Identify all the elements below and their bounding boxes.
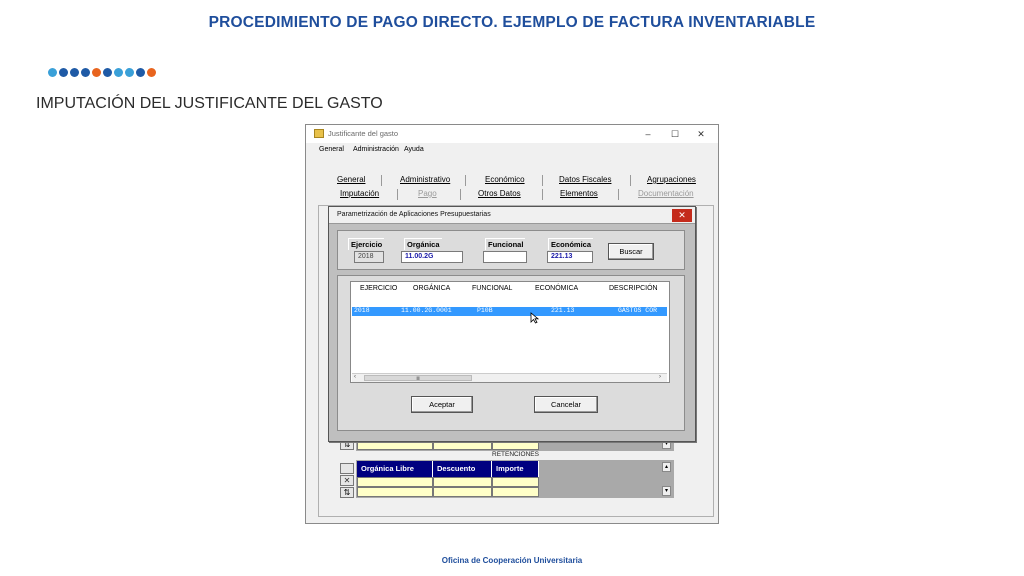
col-ejercicio[interactable]: EJERCICIO (360, 285, 397, 292)
decorative-dot (48, 68, 57, 77)
scroll-right-icon[interactable]: › (659, 374, 661, 380)
decorative-dot (70, 68, 79, 77)
delete-row-icon[interactable]: ✕ (340, 475, 354, 486)
ejercicio-field[interactable]: 2018 (354, 251, 384, 263)
scroll-down-icon[interactable]: ▾ (662, 486, 671, 496)
organica-label: Orgánica (404, 238, 442, 250)
menu-general[interactable]: General (319, 146, 344, 153)
tab-separator (381, 175, 382, 186)
decorative-dot (103, 68, 112, 77)
decorative-dot (136, 68, 145, 77)
results-list: EJERCICIO ORGÁNICA FUNCIONAL ECONÓMICA D… (350, 281, 670, 383)
tab-separator (618, 189, 619, 200)
window-titlebar: Justificante del gasto – ☐ ✕ (306, 125, 718, 143)
grid-cell[interactable] (433, 477, 492, 487)
results-row-selected[interactable]: 2018 11.00.2G.0001 P10B 221.13 GASTOS CO… (352, 307, 667, 316)
tab-separator (465, 175, 466, 186)
tab-agrupaciones[interactable]: Agrupaciones (647, 175, 696, 184)
col-organica[interactable]: ORGÁNICA (413, 285, 450, 292)
tab-documentacion[interactable]: Documentación (638, 189, 694, 198)
ejercicio-label: Ejercicio (348, 238, 385, 250)
grid-cell[interactable] (357, 477, 433, 487)
dialog-titlebar: Parametrización de Aplicaciones Presupue… (329, 207, 695, 224)
funcional-label: Funcional (485, 238, 526, 250)
col-economica[interactable]: ECONÓMICA (535, 285, 578, 292)
funcional-field[interactable] (483, 251, 527, 263)
col-descripcion[interactable]: DESCRIPCIÓN (609, 285, 658, 292)
decorative-dot (114, 68, 123, 77)
mouse-cursor-icon (530, 312, 539, 324)
app-folder-icon (314, 129, 324, 138)
tab-separator (542, 189, 543, 200)
col-importe[interactable]: Importe (492, 461, 539, 477)
tab-pago[interactable]: Pago (418, 189, 437, 198)
menu-administracion[interactable]: Administración (353, 146, 399, 153)
dialog-title: Parametrización de Aplicaciones Presupue… (337, 211, 491, 218)
row-descripcion: GASTOS COR (618, 307, 658, 314)
grid-cell[interactable] (433, 487, 492, 497)
search-panel: Ejercicio 2018 Orgánica 11.00.2G Funcion… (337, 230, 685, 270)
close-button[interactable]: ✕ (688, 127, 714, 141)
slide-title: PROCEDIMIENTO DE PAGO DIRECTO. EJEMPLO D… (208, 14, 816, 31)
parametrizacion-dialog: Parametrización de Aplicaciones Presupue… (328, 206, 696, 442)
decorative-dot (125, 68, 134, 77)
col-descuento[interactable]: Descuento (433, 461, 492, 477)
decorative-dot (92, 68, 101, 77)
row-ejercicio: 2018 (354, 307, 370, 314)
grid-cell[interactable] (357, 487, 433, 497)
scroll-thumb[interactable]: ||| (364, 375, 472, 381)
sort-icon[interactable]: ⇅ (340, 487, 354, 498)
decorative-dot (59, 68, 68, 77)
tab-imputacion[interactable]: Imputación (340, 189, 379, 198)
tab-separator (630, 175, 631, 186)
menu-bar: General Administración Ayuda (306, 143, 718, 157)
window-title: Justificante del gasto (328, 129, 399, 138)
menu-ayuda[interactable]: Ayuda (404, 146, 424, 153)
col-funcional[interactable]: FUNCIONAL (472, 285, 512, 292)
retenciones-label: RETENCIONES (492, 451, 539, 458)
economica-field[interactable]: 221.13 (547, 251, 593, 263)
cancelar-button[interactable]: Cancelar (534, 396, 598, 413)
scroll-up-icon[interactable]: ▴ (662, 462, 671, 472)
decorative-dot (81, 68, 90, 77)
tab-separator (542, 175, 543, 186)
grid-cell[interactable] (492, 487, 539, 497)
tab-datos-fiscales[interactable]: Datos Fiscales (559, 175, 611, 184)
tab-separator (460, 189, 461, 200)
tab-economico[interactable]: Económico (485, 175, 525, 184)
col-organica-libre[interactable]: Orgánica Libre (357, 461, 433, 477)
decorative-dot (147, 68, 156, 77)
maximize-button[interactable]: ☐ (662, 127, 688, 141)
tab-otros-datos[interactable]: Otros Datos (478, 189, 521, 198)
decorative-dots (48, 68, 156, 77)
tab-separator (397, 189, 398, 200)
tab-general[interactable]: General (337, 175, 365, 184)
minimize-button[interactable]: – (635, 127, 661, 141)
tab-strip: General Administrativo Económico Datos F… (320, 173, 714, 203)
row-funcional: P10B (477, 307, 493, 314)
slide-subtitle: IMPUTACIÓN DEL JUSTIFICANTE DEL GASTO (36, 95, 383, 112)
economica-label: Económica (548, 238, 594, 250)
horizontal-scrollbar[interactable]: ‹ ||| › (352, 373, 667, 382)
footer-text: Oficina de Cooperación Universitaria (441, 556, 583, 565)
tab-elementos[interactable]: Elementos (560, 189, 598, 198)
scroll-left-icon[interactable]: ‹ (354, 374, 356, 380)
aceptar-button[interactable]: Aceptar (411, 396, 473, 413)
dialog-close-button[interactable]: ✕ (672, 209, 692, 222)
buscar-button[interactable]: Buscar (608, 243, 654, 260)
row-economica: 221.13 (551, 307, 575, 314)
grid-cell[interactable] (492, 477, 539, 487)
retenciones-grid: Orgánica Libre Descuento Importe ▴ ▾ (356, 460, 674, 498)
results-panel: EJERCICIO ORGÁNICA FUNCIONAL ECONÓMICA D… (337, 275, 685, 431)
new-row-icon[interactable] (340, 463, 354, 474)
tab-administrativo[interactable]: Administrativo (400, 175, 450, 184)
row-organica: 11.00.2G.0001 (401, 307, 452, 314)
organica-field[interactable]: 11.00.2G (401, 251, 463, 263)
